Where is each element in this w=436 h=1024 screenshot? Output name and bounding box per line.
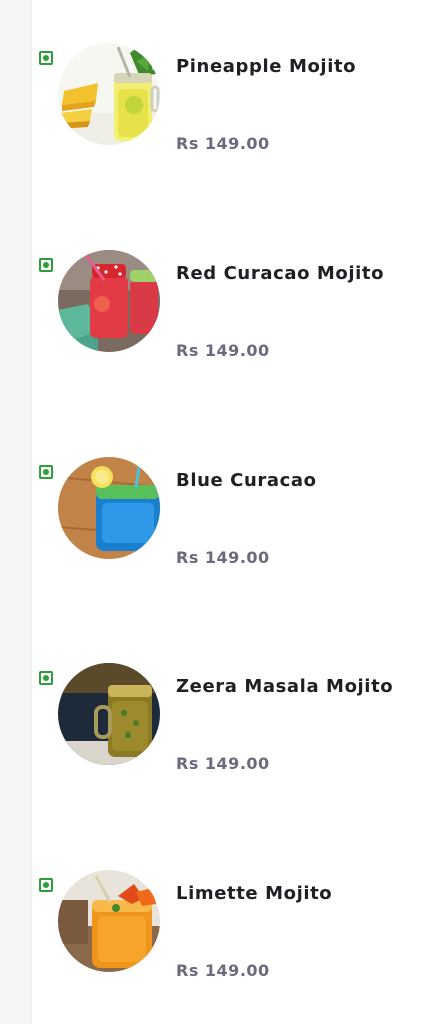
veg-indicator-icon xyxy=(39,51,53,65)
item-price: Rs 149.00 xyxy=(176,134,270,153)
blue-curacao-image xyxy=(58,457,160,559)
limette-mojito-image xyxy=(58,870,160,972)
zeera-masala-mojito-photo[interactable] xyxy=(58,663,160,765)
item-price: Rs 149.00 xyxy=(176,341,270,360)
item-name: Zeera Masala Mojito xyxy=(176,676,394,697)
veg-indicator-icon xyxy=(39,258,53,272)
pineapple-mojito-photo[interactable] xyxy=(58,43,160,145)
veg-indicator-icon xyxy=(39,878,53,892)
zeera-masala-mojito-image xyxy=(58,663,160,765)
menu-item-red-curacao-mojito[interactable]: Red Curacao Mojito Rs 149.00 xyxy=(0,207,436,413)
item-name: Blue Curacao xyxy=(176,470,317,491)
menu-item-pineapple-mojito[interactable]: Pineapple Mojito Rs 149.00 xyxy=(0,0,436,206)
blue-curacao-photo[interactable] xyxy=(58,457,160,559)
limette-mojito-photo[interactable] xyxy=(58,870,160,972)
item-name: Red Curacao Mojito xyxy=(176,263,385,284)
item-name: Pineapple Mojito xyxy=(176,56,357,77)
red-curacao-mojito-photo[interactable] xyxy=(58,250,160,352)
menu-item-list: Pineapple Mojito Rs 149.00 Red Curacao M… xyxy=(0,0,436,1024)
pineapple-mojito-image xyxy=(58,43,160,145)
item-price: Rs 149.00 xyxy=(176,548,270,567)
item-name: Limette Mojito xyxy=(176,883,333,904)
menu-item-zeera-masala-mojito[interactable]: Zeera Masala Mojito Rs 149.00 xyxy=(0,620,436,826)
veg-indicator-icon xyxy=(39,465,53,479)
veg-indicator-icon xyxy=(39,671,53,685)
item-price: Rs 149.00 xyxy=(176,754,270,773)
menu-item-limette-mojito[interactable]: Limette Mojito Rs 149.00 xyxy=(0,827,436,1024)
menu-item-blue-curacao[interactable]: Blue Curacao Rs 149.00 xyxy=(0,414,436,620)
menu-page: Pineapple Mojito Rs 149.00 Red Curacao M… xyxy=(0,0,436,1024)
red-curacao-mojito-image xyxy=(58,250,160,352)
item-price: Rs 149.00 xyxy=(176,961,270,980)
